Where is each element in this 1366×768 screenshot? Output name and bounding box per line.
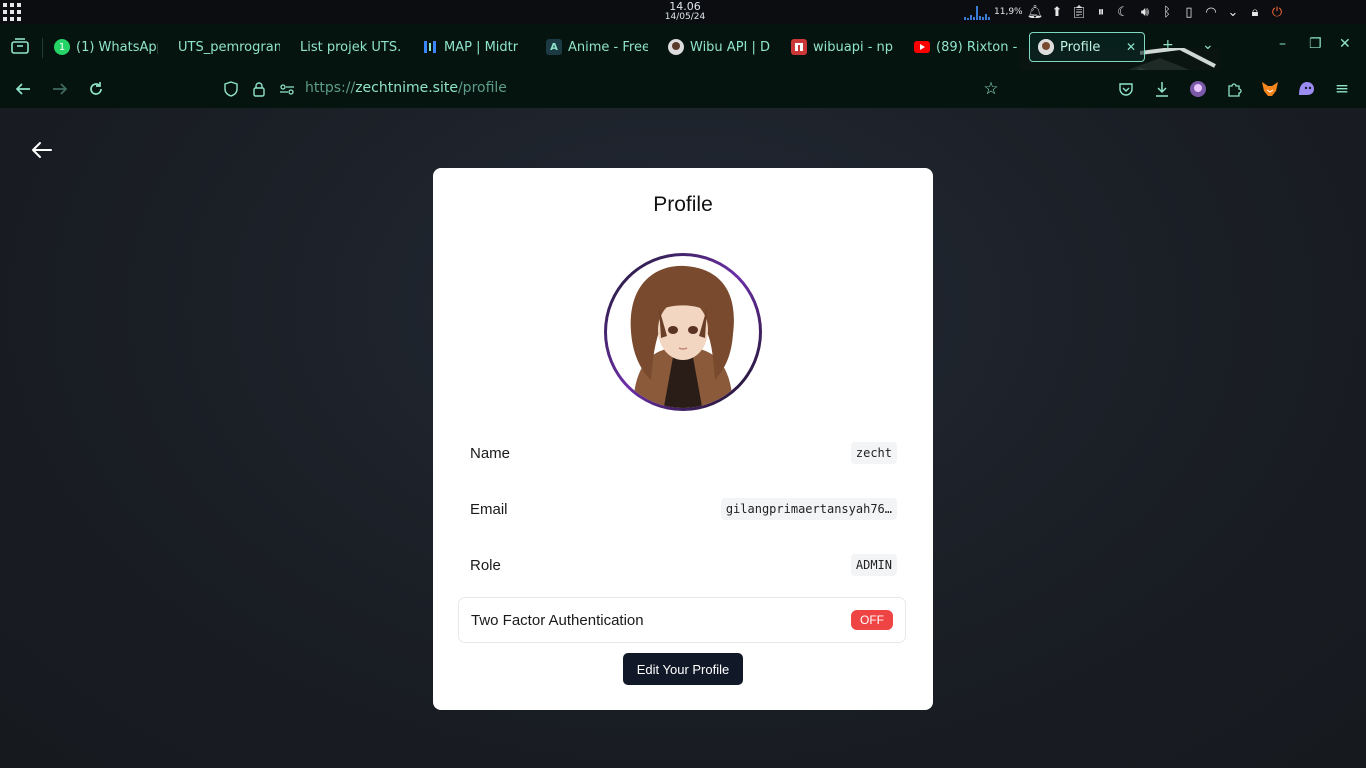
tab-label: List projek UTS.p <box>300 39 402 55</box>
close-window-icon[interactable]: ✕ <box>1339 36 1351 52</box>
close-tab-icon[interactable]: ✕ <box>1126 40 1136 54</box>
power-icon[interactable]: ⏻ <box>1268 3 1286 21</box>
cpu-graph-icon[interactable] <box>964 4 990 20</box>
clock-date: 14/05/24 <box>664 12 706 22</box>
email-value: gilangprimaertansyah76… <box>720 498 897 520</box>
whatsapp-icon: 1 <box>54 39 70 55</box>
page-viewport: Profile Name zecht Email gilangprimaerta… <box>0 108 1366 768</box>
system-clock[interactable]: 14.06 14/05/24 <box>635 1 735 23</box>
wibu-api-icon <box>668 39 684 55</box>
metamask-fox-icon[interactable] <box>1260 79 1280 99</box>
forward-icon[interactable] <box>50 79 70 99</box>
tab-wibu-api[interactable]: Wibu API | D <box>668 33 772 61</box>
browser-tab-bar: 1 (1) WhatsApp UTS_pemrogram List projek… <box>0 24 1366 132</box>
browser-nav-bar: https://zechtnime.site/profile ☆ ≡ <box>0 70 1366 108</box>
chevron-down-icon[interactable]: ⌄ <box>1224 3 1242 21</box>
anime-icon: A <box>546 39 562 55</box>
list-all-tabs-icon[interactable]: ⌄ <box>1202 37 1214 53</box>
name-label: Name <box>470 444 511 462</box>
ghost-extension-icon[interactable] <box>1296 79 1316 99</box>
clipboard-icon[interactable]: 📋︎ <box>1070 3 1088 21</box>
wifi-icon[interactable]: ◠ <box>1202 3 1220 21</box>
tab-label: wibuapi - np <box>813 39 894 55</box>
update-icon[interactable]: ⬆ <box>1048 3 1066 21</box>
tab-youtube-rixton[interactable]: (89) Rixton - <box>914 33 1018 61</box>
tab-uts-pemrograman[interactable]: UTS_pemrogram <box>178 33 280 61</box>
lock-icon[interactable]: 🔒︎ <box>1246 3 1264 21</box>
tab-midtrans[interactable]: MAP | Midtr <box>422 33 524 61</box>
system-tray: 11,9% 🔔︎ ⬆ 📋︎ ⏸ ☾ 🔊︎ ᛒ ▯ ◠ ⌄ 🔒︎ ⏻ <box>964 0 1286 24</box>
role-label: Role <box>470 556 501 574</box>
system-top-bar: 14.06 14/05/24 11,9% 🔔︎ ⬆ 📋︎ ⏸ ☾ 🔊︎ ᛒ ▯ … <box>0 0 1366 24</box>
profile-row-role: Role ADMIN <box>470 553 897 577</box>
media-icon[interactable]: ⏸ <box>1092 3 1110 21</box>
edit-profile-button[interactable]: Edit Your Profile <box>623 653 743 685</box>
tab-label: (1) WhatsApp <box>76 39 158 55</box>
avatar <box>603 252 763 412</box>
bookmark-star-icon[interactable]: ☆ <box>981 79 1001 99</box>
tab-label: UTS_pemrogram <box>178 39 280 55</box>
profile-card: Profile Name zecht Email gilangprimaerta… <box>433 168 933 710</box>
npm-icon <box>791 39 807 55</box>
cpu-usage-text: 11,9% <box>994 7 1023 17</box>
two-factor-row: Two Factor Authentication OFF <box>458 597 906 643</box>
battery-icon[interactable]: ▯ <box>1180 3 1198 21</box>
profile-extension-icon[interactable] <box>1188 79 1208 99</box>
tab-label: Anime - Free <box>568 39 648 55</box>
midtrans-icon <box>422 39 438 55</box>
name-value: zecht <box>850 442 897 464</box>
extensions-puzzle-icon[interactable] <box>1224 79 1244 99</box>
app-launcher-icon[interactable] <box>3 3 23 21</box>
url-path: /profile <box>457 80 507 96</box>
tab-overview-icon[interactable] <box>10 36 30 56</box>
downloads-icon[interactable] <box>1152 79 1172 99</box>
email-label: Email <box>470 500 508 518</box>
clock-time: 14.06 <box>669 0 701 13</box>
notification-bell-icon[interactable]: 🔔︎ <box>1026 3 1044 21</box>
pocket-icon[interactable] <box>1116 79 1136 99</box>
back-arrow-icon[interactable] <box>30 138 54 162</box>
shield-icon[interactable] <box>221 79 241 99</box>
restore-window-icon[interactable]: ❐ <box>1309 36 1322 52</box>
youtube-icon <box>914 41 930 53</box>
back-icon[interactable] <box>13 79 33 99</box>
avatar-favicon-icon <box>1038 39 1054 55</box>
role-value: ADMIN <box>850 554 897 576</box>
site-permissions-icon[interactable] <box>277 79 297 99</box>
tab-list-projek[interactable]: List projek UTS.p <box>300 33 402 61</box>
menu-hamburger-icon[interactable]: ≡ <box>1332 79 1352 99</box>
tab-whatsapp[interactable]: 1 (1) WhatsApp <box>54 33 158 61</box>
tab-label: (89) Rixton - <box>936 39 1018 55</box>
tab-profile[interactable]: Profile ✕ <box>1029 32 1145 62</box>
profile-row-name: Name zecht <box>470 441 897 465</box>
lock-icon[interactable] <box>249 79 269 99</box>
reload-icon[interactable] <box>86 79 106 99</box>
volume-icon[interactable]: 🔊︎ <box>1136 3 1154 21</box>
tab-anime-free[interactable]: A Anime - Free <box>546 33 648 61</box>
two-factor-label: Two Factor Authentication <box>471 611 644 629</box>
url-host: zechtnime.site <box>355 80 458 96</box>
url-bar[interactable]: https://zechtnime.site/profile <box>305 80 507 96</box>
url-scheme: https:// <box>305 80 356 96</box>
minimize-window-icon[interactable]: – <box>1279 36 1286 52</box>
night-light-icon[interactable]: ☾ <box>1114 3 1132 21</box>
tab-label: Wibu API | D <box>690 39 771 55</box>
two-factor-toggle[interactable]: OFF <box>851 610 893 630</box>
tab-label: Profile <box>1060 39 1101 55</box>
tab-npm-wibuapi[interactable]: wibuapi - np <box>791 33 895 61</box>
profile-row-email: Email gilangprimaertansyah76… <box>470 497 897 521</box>
bluetooth-icon[interactable]: ᛒ <box>1158 3 1176 21</box>
tab-label: MAP | Midtr <box>444 39 519 55</box>
page-title: Profile <box>653 193 713 216</box>
new-tab-icon[interactable]: + <box>1162 37 1174 53</box>
